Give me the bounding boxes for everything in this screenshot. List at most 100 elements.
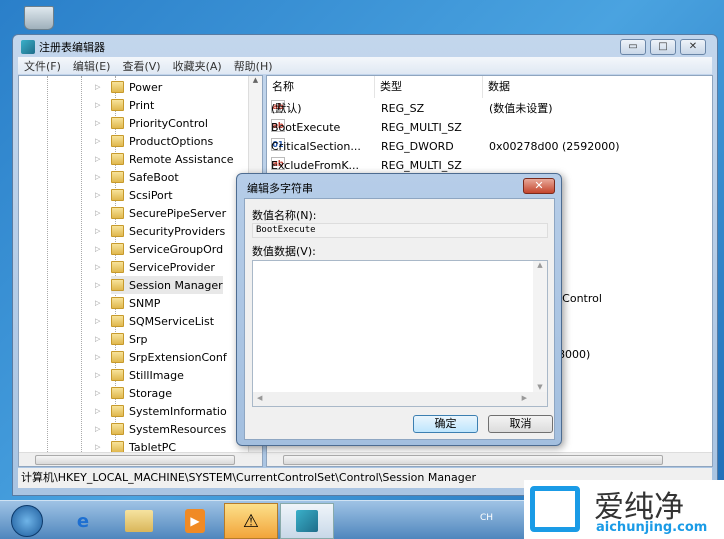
recycle-bin-icon[interactable] xyxy=(24,6,54,30)
expand-arrow-icon[interactable]: ▷ xyxy=(95,407,100,415)
expand-arrow-icon[interactable]: ▷ xyxy=(95,227,100,235)
tree-item[interactable]: ▷ ScsiPort xyxy=(95,186,173,204)
menu-view[interactable]: 查看(V) xyxy=(122,58,160,74)
expand-arrow-icon[interactable]: ▷ xyxy=(95,299,100,307)
tree-item-label: ProductOptions xyxy=(129,134,214,148)
internet-explorer-icon[interactable]: e xyxy=(56,503,110,539)
tree-item-label: SafeBoot xyxy=(129,170,179,184)
tree-item-label: Remote Assistance xyxy=(129,152,234,166)
tree-item[interactable]: ▷ SystemInformatio xyxy=(95,402,227,420)
menu-favorites[interactable]: 收藏夹(A) xyxy=(173,58,222,74)
column-type[interactable]: 类型 xyxy=(375,76,483,98)
list-horizontal-scrollbar[interactable] xyxy=(267,452,712,466)
start-button[interactable] xyxy=(0,503,54,539)
window-title: 注册表编辑器 xyxy=(39,41,105,54)
folder-icon xyxy=(111,171,124,183)
expand-arrow-icon[interactable]: ▷ xyxy=(95,155,100,163)
expand-arrow-icon[interactable]: ▷ xyxy=(95,317,100,325)
tree-item[interactable]: ▷ StillImage xyxy=(95,366,184,384)
value-name-field[interactable]: BootExecute xyxy=(252,223,548,238)
tree-item[interactable]: ▷ Srp xyxy=(95,330,148,348)
expand-arrow-icon[interactable]: ▷ xyxy=(95,281,100,289)
expand-arrow-icon[interactable]: ▷ xyxy=(95,209,100,217)
tree-item[interactable]: ▷ SecurityProviders xyxy=(95,222,225,240)
dialog-title: 编辑多字符串 xyxy=(247,182,313,195)
folder-icon xyxy=(111,207,124,219)
maximize-button[interactable]: □ xyxy=(650,39,676,55)
warning-app-icon[interactable]: ⚠ xyxy=(224,503,278,539)
regedit-taskbar-icon[interactable] xyxy=(280,503,334,539)
tree-item[interactable]: ▷ SystemResources xyxy=(95,420,227,438)
tree-item[interactable]: ▷ ProductOptions xyxy=(95,132,214,150)
textarea-vertical-scrollbar[interactable]: ▲ ▼ xyxy=(533,261,547,393)
expand-arrow-icon[interactable]: ▷ xyxy=(95,245,100,253)
tree-item[interactable]: ▷ SafeBoot xyxy=(95,168,179,186)
folder-icon xyxy=(111,387,124,399)
expand-arrow-icon[interactable]: ▷ xyxy=(95,173,100,181)
menu-file[interactable]: 文件(F) xyxy=(24,58,61,74)
menu-edit[interactable]: 编辑(E) xyxy=(73,58,111,74)
expand-arrow-icon[interactable]: ▷ xyxy=(95,353,100,361)
file-explorer-icon[interactable] xyxy=(112,503,166,539)
registry-tree[interactable]: ▷ Power ▷ Print ▷ PriorityControl ▷ ProductOpti… xyxy=(18,75,263,467)
column-name[interactable]: 名称 xyxy=(267,76,375,98)
tree-item[interactable]: ▷ ServiceProvider xyxy=(95,258,215,276)
expand-arrow-icon[interactable]: ▷ xyxy=(95,101,100,109)
tree-item[interactable]: ▷ Session Manager xyxy=(95,276,223,294)
list-row[interactable]: 01 CriticalSection... REG_DWORD 0x00278d00 … xyxy=(267,138,712,156)
media-player-icon[interactable]: ▶ xyxy=(168,503,222,539)
tree-item[interactable]: ▷ Power xyxy=(95,78,162,96)
cancel-button[interactable]: 取消 xyxy=(488,415,553,433)
dialog-close-button[interactable]: ✕ xyxy=(523,178,555,194)
tree-item[interactable]: ▷ Storage xyxy=(95,384,172,402)
expand-arrow-icon[interactable]: ▷ xyxy=(95,83,100,91)
folder-icon xyxy=(111,225,124,237)
menu-help[interactable]: 帮助(H) xyxy=(234,58,273,74)
expand-arrow-icon[interactable]: ▷ xyxy=(95,137,100,145)
folder-icon xyxy=(111,333,124,345)
folder-icon xyxy=(111,297,124,309)
tree-horizontal-scrollbar[interactable] xyxy=(19,452,262,466)
folder-icon xyxy=(111,81,124,93)
tree-item[interactable]: ▷ SQMServiceList xyxy=(95,312,214,330)
tree-item[interactable]: ▷ ServiceGroupOrd xyxy=(95,240,224,258)
tree-item[interactable]: ▷ SNMP xyxy=(95,294,161,312)
column-data[interactable]: 数据 xyxy=(483,76,712,98)
folder-icon xyxy=(111,261,124,273)
tree-item-label: StillImage xyxy=(129,368,184,382)
expand-arrow-icon[interactable]: ▷ xyxy=(95,335,100,343)
expand-arrow-icon[interactable]: ▷ xyxy=(95,191,100,199)
expand-arrow-icon[interactable]: ▷ xyxy=(95,389,100,397)
minimize-button[interactable]: ▭ xyxy=(620,39,646,55)
tree-item[interactable]: ▷ PriorityControl xyxy=(95,114,208,132)
close-button[interactable]: ✕ xyxy=(680,39,706,55)
folder-icon xyxy=(111,423,124,435)
expand-arrow-icon[interactable]: ▷ xyxy=(95,263,100,271)
menu-bar: 文件(F) 编辑(E) 查看(V) 收藏夹(A) 帮助(H) xyxy=(18,57,712,74)
expand-arrow-icon[interactable]: ▷ xyxy=(95,443,100,451)
logo-mark-icon xyxy=(530,486,580,532)
ok-button[interactable]: 确定 xyxy=(413,415,478,433)
language-indicator[interactable]: CH xyxy=(480,513,493,523)
folder-icon xyxy=(111,405,124,417)
folder-icon xyxy=(111,99,124,111)
tree-item[interactable]: ▷ SecurePipeServer xyxy=(95,204,227,222)
list-row[interactable]: ab BootExecute REG_MULTI_SZ xyxy=(267,119,712,137)
textarea-horizontal-scrollbar[interactable]: ◀ ▶ xyxy=(253,392,547,406)
tree-item-label: PriorityControl xyxy=(129,116,208,130)
regedit-icon xyxy=(21,40,35,54)
tree-item[interactable]: ▷ SrpExtensionConf xyxy=(95,348,227,366)
tree-item-label: ServiceGroupOrd xyxy=(129,242,224,256)
expand-arrow-icon[interactable]: ▷ xyxy=(95,371,100,379)
expand-arrow-icon[interactable]: ▷ xyxy=(95,119,100,127)
watermark-url: aichunjing.com xyxy=(596,520,708,535)
tree-item-label: SecurePipeServer xyxy=(129,206,227,220)
tree-item[interactable]: ▷ Remote Assistance xyxy=(95,150,234,168)
expand-arrow-icon[interactable]: ▷ xyxy=(95,425,100,433)
tree-item[interactable]: ▷ Print xyxy=(95,96,154,114)
tree-item-label: SNMP xyxy=(129,296,161,310)
tree-item-label: SystemResources xyxy=(129,422,227,436)
list-row[interactable]: ab (默认) REG_SZ (数值未设置) xyxy=(267,100,712,118)
tree-item-label: SystemInformatio xyxy=(129,404,227,418)
value-data-textarea[interactable]: ▲ ▼ ◀ ▶ xyxy=(252,260,548,407)
